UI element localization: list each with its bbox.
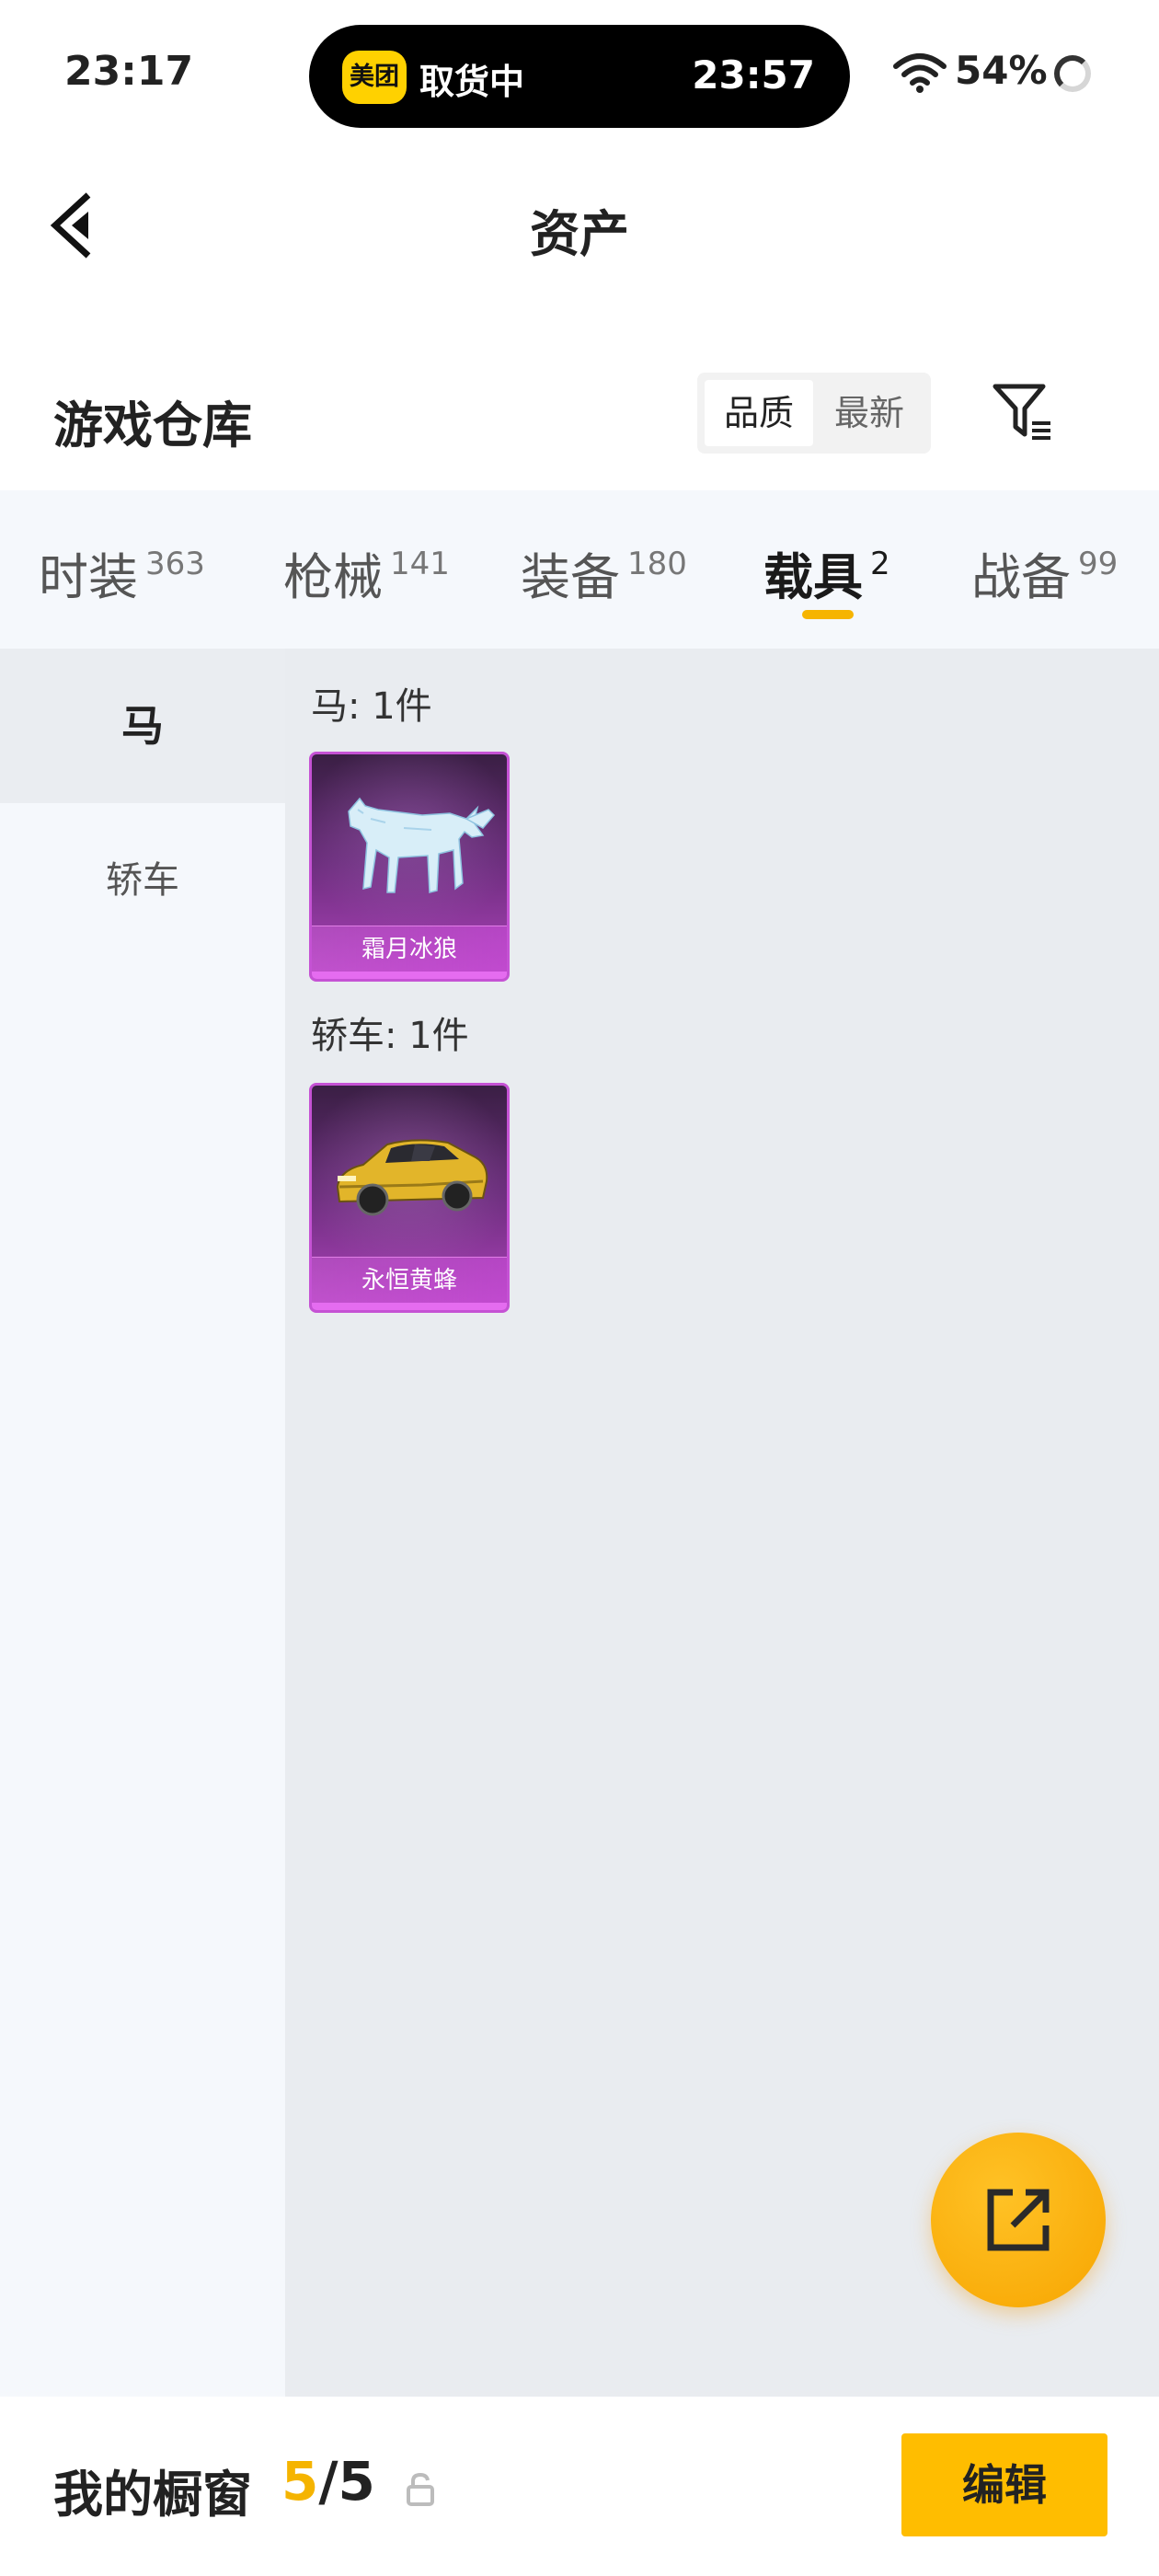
tab-label: 时装 [39,548,138,606]
status-time: 23:17 [64,48,194,95]
active-tab-indicator [802,610,854,619]
tab-count: 2 [870,546,890,582]
tab-label: 载具 [763,548,863,606]
category-tab-bar: 时装 363 枪械 141 装备 180 载具 2 战备 99 [0,490,1159,649]
unlock-icon [407,2472,434,2506]
sort-option-quality[interactable]: 品质 [705,380,813,446]
filter-icon[interactable] [990,379,1056,445]
item-card-eternal-hornet[interactable]: 永恒黄蜂 [309,1083,510,1313]
battery-ring-icon [1054,55,1091,92]
showcase-title: 我的橱窗 [53,2466,252,2524]
external-link-icon [987,2189,1050,2251]
tab-count: 141 [390,546,450,582]
section-title: 游戏仓库 [53,397,252,454]
tab-equipment[interactable]: 装备 180 [521,536,687,609]
tab-weapons[interactable]: 枪械 141 [283,536,450,609]
showcase-count: 5/5 [281,2450,375,2513]
tab-supplies[interactable]: 战备 99 [971,536,1118,609]
sidebar-item-label: 马 [121,701,164,751]
edit-button[interactable]: 编辑 [901,2433,1107,2536]
battery-percent: 54% [955,48,1048,93]
item-name: 永恒黄蜂 [312,1257,507,1303]
sidebar-item-label: 轿车 [106,859,179,902]
tab-vehicles[interactable]: 载具 2 [763,536,890,609]
tab-count: 180 [627,546,687,582]
share-fab-button[interactable] [931,2133,1106,2307]
sidebar-item-sedan[interactable]: 轿车 [0,803,285,958]
tab-label: 战备 [971,548,1071,606]
sort-toggle: 品质 最新 [697,373,931,454]
island-time: 23:57 [692,52,815,98]
meituan-logo-icon: 美团 [342,51,407,104]
group-label-sedan: 轿车: 1件 [311,1015,469,1057]
eternal-hornet-car-image [312,1086,507,1266]
tab-count: 363 [145,546,205,582]
showcase-total: 5 [338,2450,375,2513]
tab-label: 装备 [521,548,620,606]
frost-wolf-image [312,754,507,935]
group-label-horse: 马: 1件 [311,685,432,728]
showcase-used: 5 [281,2450,319,2513]
showcase-bottom-bar: 我的橱窗 5/5 编辑 [0,2397,1159,2576]
dynamic-island[interactable]: 美团 取货中 23:57 [309,25,850,128]
status-bar: 23:17 美团 取货中 23:57 54% [0,0,1159,152]
subcategory-sidebar: 马 轿车 [0,649,285,2397]
item-name: 霜月冰狼 [312,926,507,972]
showcase-separator: / [318,2450,339,2513]
island-status-text: 取货中 [419,62,525,102]
tab-count: 99 [1078,546,1119,582]
tab-label: 枪械 [283,548,383,606]
rarity-stripe [312,1303,507,1310]
page-title: 资产 [530,205,629,263]
sort-option-newest[interactable]: 最新 [815,380,924,446]
rarity-stripe [312,972,507,979]
sidebar-item-horse[interactable]: 马 [0,649,285,803]
wifi-icon [893,53,947,93]
item-card-frost-wolf[interactable]: 霜月冰狼 [309,752,510,982]
tab-fashion[interactable]: 时装 363 [39,536,205,609]
